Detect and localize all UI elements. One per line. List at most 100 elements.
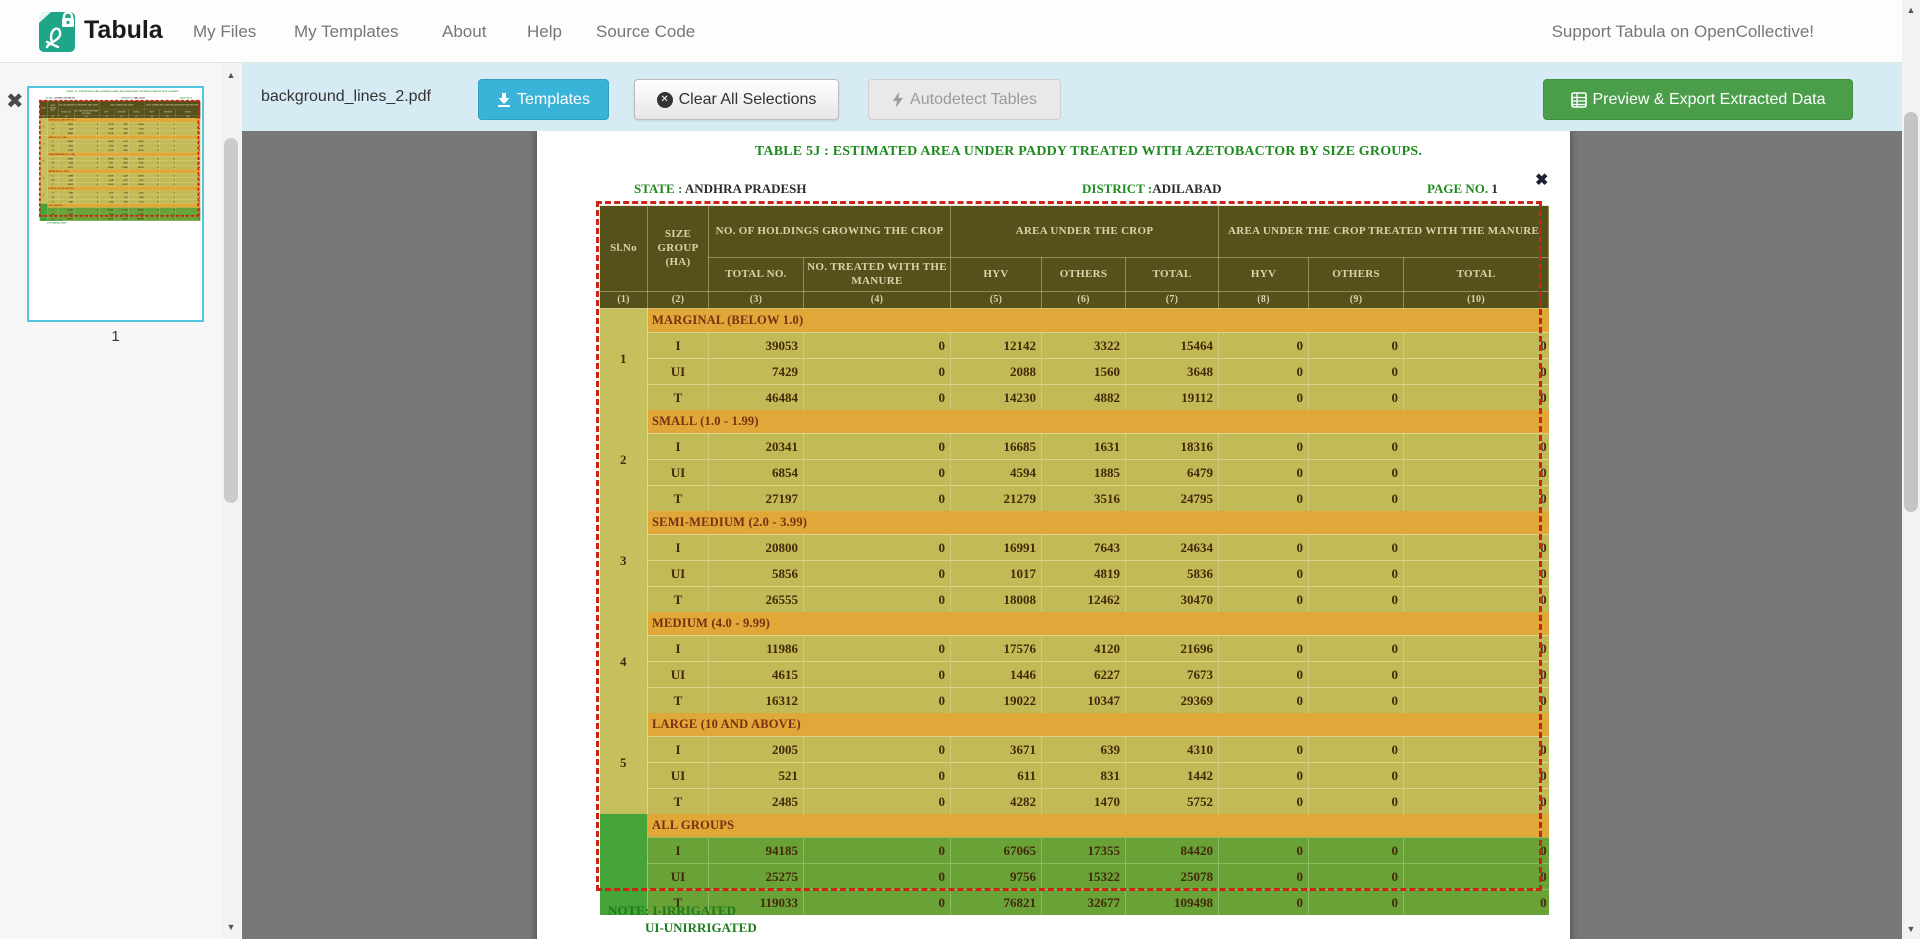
data-cell: 26555 bbox=[709, 586, 804, 612]
group-label-cell: SEMI-MEDIUM (2.0 - 3.99) bbox=[648, 511, 1549, 535]
sidebar-scroll-thumb[interactable] bbox=[224, 138, 238, 503]
data-cell: 7429 bbox=[709, 358, 804, 384]
data-cell: 0 bbox=[1309, 736, 1404, 762]
data-cell: 3671 bbox=[951, 736, 1042, 762]
col-header-slno: Sl.No bbox=[600, 206, 648, 292]
data-cell: 0 bbox=[1219, 661, 1309, 687]
data-cell: 1885 bbox=[1042, 459, 1126, 485]
clear-all-selections-button[interactable]: ✕ Clear All Selections bbox=[634, 79, 839, 120]
data-cell: 24634 bbox=[1126, 534, 1219, 560]
pdf-state-line: STATE : ANDHRA PRADESH bbox=[634, 181, 807, 197]
group-header-row: 1MARGINAL (BELOW 1.0) bbox=[600, 308, 1549, 332]
data-cell: 0 bbox=[1309, 635, 1404, 661]
sidebar: ✖ TABLE 5J : ESTIMATED AREA UNDER PADDY … bbox=[0, 63, 242, 939]
data-cell: 15464 bbox=[1126, 332, 1219, 358]
sidebar-scroll-down-icon[interactable]: ▼ bbox=[222, 921, 240, 933]
data-cell: 0 bbox=[804, 635, 951, 661]
sidebar-scroll-up-icon[interactable]: ▲ bbox=[222, 69, 240, 81]
pdf-district-line: DISTRICT :ADILABAD bbox=[1082, 181, 1222, 197]
data-cell: 0 bbox=[1309, 534, 1404, 560]
data-cell: 18008 bbox=[951, 586, 1042, 612]
data-cell: 0 bbox=[1309, 863, 1404, 889]
preview-export-button[interactable]: Preview & Export Extracted Data bbox=[1543, 79, 1853, 120]
data-cell: 25275 bbox=[709, 863, 804, 889]
brand-title[interactable]: Tabula bbox=[84, 16, 163, 45]
sidebar-scrollbar[interactable]: ▲ ▼ bbox=[222, 63, 240, 939]
selection-close-icon[interactable]: ✖ bbox=[1535, 173, 1548, 189]
remove-page-icon[interactable]: ✖ bbox=[6, 91, 24, 112]
data-cell: 4120 bbox=[1042, 635, 1126, 661]
data-cell: 32677 bbox=[1042, 889, 1126, 915]
data-cell: 2005 bbox=[709, 736, 804, 762]
data-cell: 10347 bbox=[1042, 687, 1126, 713]
data-cell: 0 bbox=[1309, 560, 1404, 586]
rowtype-cell: I bbox=[648, 332, 709, 358]
data-cell: 4594 bbox=[951, 459, 1042, 485]
data-cell: 0 bbox=[1404, 560, 1549, 586]
slno-cell: 4 bbox=[600, 612, 648, 713]
nav-my-files[interactable]: My Files bbox=[193, 22, 256, 42]
data-cell: 25078 bbox=[1126, 863, 1219, 889]
col-subheader: OTHERS bbox=[1042, 258, 1126, 292]
rowtype-cell: UI bbox=[648, 560, 709, 586]
data-cell: 4615 bbox=[709, 661, 804, 687]
data-cell: 0 bbox=[1309, 762, 1404, 788]
data-cell: 94185 bbox=[709, 837, 804, 863]
data-cell: 2088 bbox=[951, 358, 1042, 384]
main-scroll-up-icon[interactable]: ▲ bbox=[1902, 4, 1920, 16]
data-cell: 611 bbox=[951, 762, 1042, 788]
nav-my-templates[interactable]: My Templates bbox=[294, 22, 399, 42]
pdf-pageno-line: PAGE NO. 1 bbox=[1427, 181, 1498, 197]
data-cell: 0 bbox=[1219, 762, 1309, 788]
group-label-cell: MEDIUM (4.0 - 9.99) bbox=[648, 612, 1549, 636]
data-cell: 0 bbox=[1219, 863, 1309, 889]
data-cell: 0 bbox=[1404, 837, 1549, 863]
main-scrollbar[interactable]: ▲ ▼ bbox=[1902, 0, 1920, 939]
state-value: ANDHRA PRADESH bbox=[682, 181, 806, 196]
tabula-logo-icon[interactable] bbox=[38, 9, 78, 54]
data-cell: 0 bbox=[1219, 358, 1309, 384]
templates-button-label: Templates bbox=[517, 91, 590, 109]
district-value: ADILABAD bbox=[1152, 181, 1221, 196]
col-number: (6) bbox=[1042, 291, 1126, 308]
nav-help[interactable]: Help bbox=[527, 22, 562, 42]
main-scroll-down-icon[interactable]: ▼ bbox=[1902, 923, 1920, 935]
table-row: T11903307682132677109498000 bbox=[600, 889, 1549, 915]
page-thumbnail[interactable]: TABLE 5J : ESTIMATED AREA UNDER PADDY TR… bbox=[27, 86, 204, 322]
data-cell: 0 bbox=[804, 837, 951, 863]
data-cell: 5856 bbox=[709, 560, 804, 586]
data-cell: 12462 bbox=[1042, 586, 1126, 612]
col-number: (7) bbox=[1126, 291, 1219, 308]
nav-source-code[interactable]: Source Code bbox=[596, 22, 695, 42]
table-row: I941850670651735584420000 bbox=[600, 837, 1549, 863]
rowtype-cell: T bbox=[648, 586, 709, 612]
data-cell: 0 bbox=[1309, 687, 1404, 713]
data-cell: 29369 bbox=[1126, 687, 1219, 713]
autodetect-tables-button: Autodetect Tables bbox=[868, 79, 1061, 120]
data-cell: 0 bbox=[1219, 485, 1309, 511]
data-cell: 0 bbox=[804, 788, 951, 814]
templates-button[interactable]: Templates bbox=[478, 79, 609, 120]
data-cell: 0 bbox=[1309, 837, 1404, 863]
nav-about[interactable]: About bbox=[442, 22, 486, 42]
slno-cell: 5 bbox=[600, 713, 648, 814]
col-header-size-group: SIZE GROUP (HA) bbox=[648, 206, 709, 292]
data-cell: 0 bbox=[804, 586, 951, 612]
data-cell: 21279 bbox=[951, 485, 1042, 511]
rowtype-cell: T bbox=[648, 485, 709, 511]
rowtype-cell: I bbox=[648, 837, 709, 863]
pdf-note-line2: UI-UNIRRIGATED bbox=[645, 920, 757, 936]
data-cell: 16685 bbox=[951, 433, 1042, 459]
data-cell: 0 bbox=[1309, 332, 1404, 358]
data-cell: 0 bbox=[1404, 889, 1549, 915]
support-link[interactable]: Support Tabula on OpenCollective! bbox=[1552, 22, 1814, 42]
rowtype-cell: UI bbox=[648, 661, 709, 687]
slno-cell: 3 bbox=[600, 511, 648, 612]
table-row: T163120190221034729369000 bbox=[600, 687, 1549, 713]
col-number: (9) bbox=[1309, 291, 1404, 308]
data-cell: 0 bbox=[804, 889, 951, 915]
main-scroll-thumb[interactable] bbox=[1904, 112, 1918, 512]
data-cell: 0 bbox=[1309, 661, 1404, 687]
toolbar: background_lines_2.pdf Templates ✕ Clear… bbox=[242, 63, 1902, 131]
data-cell: 27197 bbox=[709, 485, 804, 511]
